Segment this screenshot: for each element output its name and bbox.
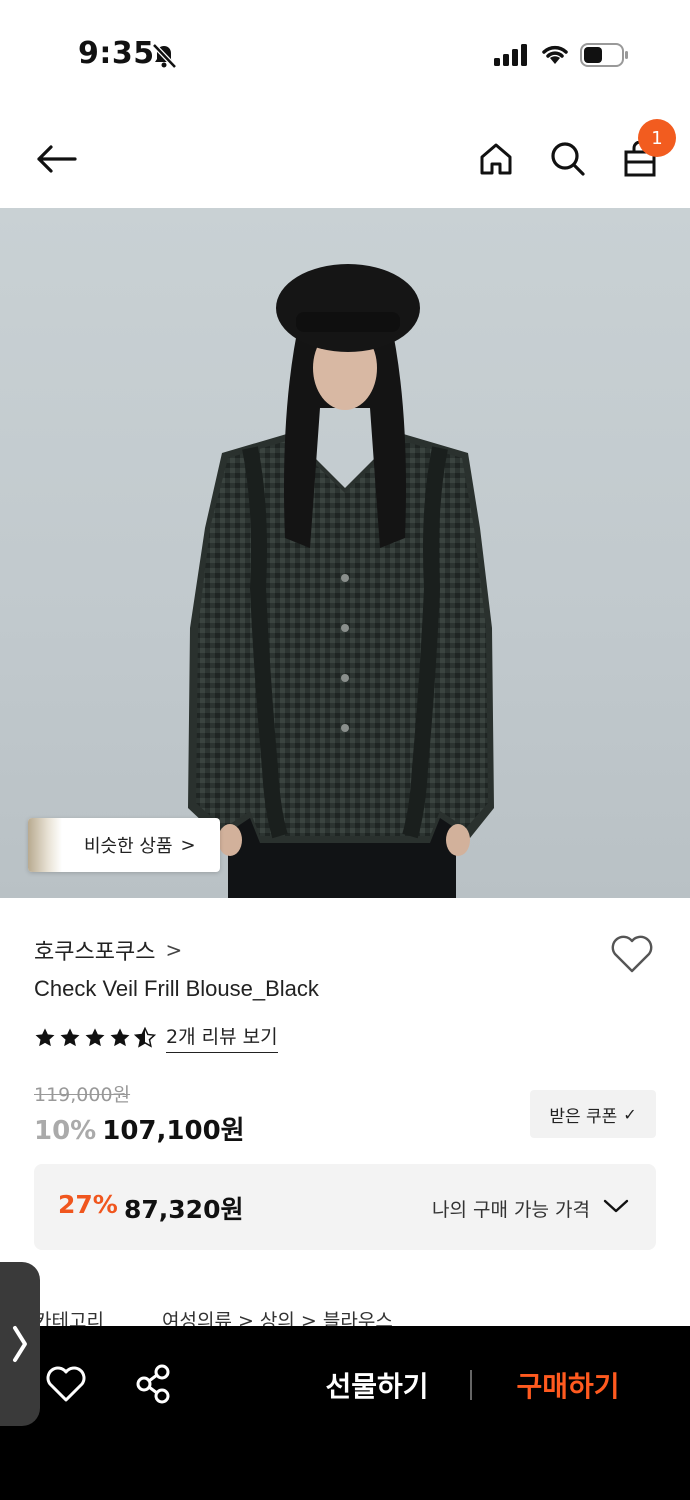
status-bar: 9:35 (0, 0, 690, 110)
status-time: 9:35 (78, 36, 155, 71)
bell-muted-icon (152, 43, 177, 69)
share-icon (136, 1364, 170, 1404)
top-navigation (0, 110, 690, 208)
my-discount-rate: 27% (58, 1190, 118, 1219)
wifi-icon (542, 45, 568, 64)
discount-rate: 10% (34, 1116, 97, 1146)
brand-name: 호쿠스포쿠스 (34, 940, 156, 965)
buy-button[interactable]: 구매하기 (494, 1360, 642, 1410)
my-price-label: 나의 구매 가능 가격 (432, 1199, 590, 1221)
similar-products-label: 비슷한 상품 (84, 836, 173, 857)
home-icon (480, 143, 512, 175)
divider (470, 1370, 472, 1400)
star-full-icon (60, 1027, 80, 1046)
star-full-icon (110, 1027, 130, 1046)
arrow-left-icon (37, 145, 77, 173)
bottom-action-bar: 선물하기 구매하기 (0, 1326, 690, 1500)
star-rating (34, 1026, 156, 1049)
received-coupon-button[interactable]: 받은 쿠폰 ✓ (530, 1090, 656, 1138)
chevron-right-icon (13, 1326, 27, 1362)
back-button[interactable] (26, 110, 86, 208)
model-photo (188, 264, 494, 898)
wishlist-button[interactable] (610, 934, 654, 974)
star-full-icon (35, 1027, 55, 1046)
cellular-signal-icon (494, 44, 527, 66)
battery-icon (580, 43, 628, 67)
star-half-icon (134, 1026, 156, 1048)
search-icon (551, 142, 585, 176)
gift-button[interactable]: 선물하기 (300, 1360, 454, 1410)
my-price-dropdown[interactable]: 27% 87,320원 나의 구매 가능 가격 (34, 1164, 656, 1250)
share-button[interactable] (132, 1362, 176, 1406)
chevron-right-icon: > (165, 938, 183, 962)
similar-products-button[interactable]: 비슷한 상품 > (28, 818, 220, 872)
sale-price: 107,100원 (102, 1116, 245, 1146)
chevron-right-icon: > (180, 834, 196, 856)
brand-link[interactable]: 호쿠스포쿠스 > (34, 934, 182, 966)
side-panel-handle[interactable] (0, 1262, 40, 1426)
check-icon: ✓ (623, 1104, 637, 1124)
search-button[interactable] (538, 110, 598, 208)
reviews-link[interactable]: 2개 리뷰 보기 (166, 1022, 278, 1053)
similar-product-thumbnail (28, 818, 62, 872)
home-button[interactable] (466, 110, 526, 208)
cart-count-badge: 1 (638, 119, 676, 157)
rating-row: 2개 리뷰 보기 (34, 1022, 278, 1053)
star-full-icon (85, 1027, 105, 1046)
product-image[interactable] (0, 208, 690, 898)
coupon-label: 받은 쿠폰 (549, 1106, 618, 1127)
heart-icon (611, 935, 653, 973)
product-title: Check Veil Frill Blouse_Black (34, 976, 319, 1001)
price-row: 10% 107,100원 (34, 1110, 245, 1147)
my-price: 87,320원 (124, 1195, 244, 1224)
chevron-down-icon (603, 1199, 629, 1213)
original-price: 119,000원 (34, 1084, 131, 1106)
heart-icon (46, 1366, 86, 1402)
bottom-wishlist-button[interactable] (44, 1362, 88, 1406)
